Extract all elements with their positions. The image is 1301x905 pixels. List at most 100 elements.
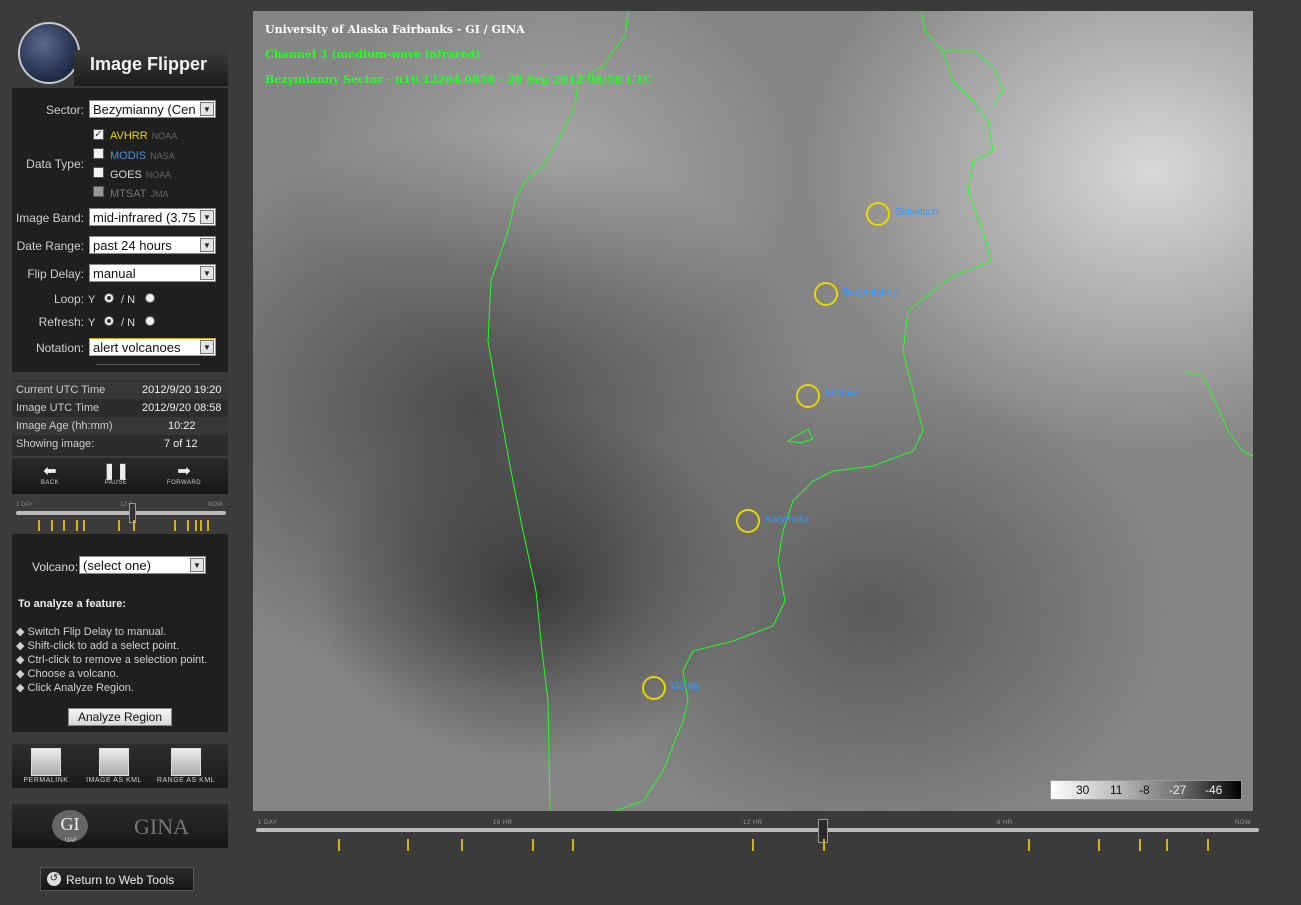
chevron-down-icon: ▼ <box>200 210 214 224</box>
notation-value: alert volcanoes <box>93 340 181 355</box>
pause-button[interactable]: ❚❚ PAUSE <box>86 464 146 492</box>
analyze-step: ◆ Switch Flip Delay to manual. <box>16 626 167 638</box>
forward-label: FORWARD <box>166 480 202 486</box>
date-range-select[interactable]: past 24 hours ▼ <box>89 236 216 254</box>
volcano-select[interactable]: (select one) ▼ <box>79 556 206 574</box>
volcano-label-kizimen[interactable]: Kizimen <box>825 388 861 399</box>
mini-tick <box>195 520 197 531</box>
image-kml-button[interactable]: IMAGE AS KML <box>82 748 146 784</box>
notation-select[interactable]: alert volcanoes ▼ <box>89 338 216 356</box>
modis-checkbox[interactable] <box>93 148 104 159</box>
refresh-no-label: / N <box>121 317 136 329</box>
return-icon: ↺ <box>47 872 61 886</box>
showing-image-label: Showing image: <box>16 438 95 450</box>
mini-timeline[interactable]: 1 DAY 12 H NOW <box>12 500 228 532</box>
chevron-down-icon: ▼ <box>200 102 214 116</box>
volcano-label: Volcano: <box>32 560 79 574</box>
return-button[interactable]: ↺ Return to Web Tools <box>40 867 194 891</box>
colorbar-label: -27 <box>1169 783 1187 797</box>
volcano-marker-bezymianny[interactable] <box>814 282 838 306</box>
data-type-name: MTSAT JMA <box>110 188 169 200</box>
data-type-mtsat[interactable]: MTSAT JMA <box>92 186 222 204</box>
sector-label: Sector: <box>45 103 84 117</box>
current-utc-value: 2012/9/20 19:20 <box>142 384 222 396</box>
range-kml-label: RANGE AS KML <box>156 777 216 784</box>
timeline-tick <box>1098 839 1100 851</box>
avhrr-checkbox[interactable]: ✓ <box>93 129 104 140</box>
mtsat-checkbox[interactable] <box>93 186 104 197</box>
back-button[interactable]: ⬅ BACK <box>20 464 80 492</box>
gi-sub: UAF <box>65 838 77 844</box>
mini-timeline-end: NOW <box>208 502 223 508</box>
back-label: BACK <box>40 480 60 486</box>
refresh-yes-radio[interactable] <box>104 316 114 326</box>
date-range-label: Date Range: <box>16 239 84 253</box>
main-timeline[interactable]: 1 DAY 18 HR 12 HR 6 HR NOW <box>253 815 1259 855</box>
gina-logo[interactable]: GINA <box>134 814 189 840</box>
app-header: Image Flipper <box>12 22 228 88</box>
app-title: Image Flipper <box>90 54 208 74</box>
timeline-tick <box>1207 839 1209 851</box>
pause-icon: ❚❚ <box>102 463 130 480</box>
forward-button[interactable]: ➡ FORWARD <box>154 464 214 492</box>
timeline-label: 18 HR <box>493 820 513 826</box>
timeline-label: NOW <box>1235 820 1252 826</box>
chevron-down-icon: ▼ <box>200 238 214 252</box>
chevron-down-icon: ▼ <box>190 558 204 572</box>
data-type-goes[interactable]: GOES NOAA <box>92 167 222 185</box>
image-band-select[interactable]: mid-infrared (3.75 ▼ <box>89 208 216 226</box>
analyze-step: ◆ Shift-click to add a select point. <box>16 640 180 652</box>
arrow-left-icon: ⬅ <box>43 463 57 480</box>
timeline-label: 1 DAY <box>258 820 278 826</box>
timeline-tick <box>752 839 754 851</box>
image-age-value: 10:22 <box>168 420 196 432</box>
return-label: Return to Web Tools <box>66 873 175 887</box>
loop-yes-radio[interactable] <box>104 293 114 303</box>
range-kml-button[interactable]: RANGE AS KML <box>154 748 218 784</box>
volcano-marker-karymsky[interactable] <box>736 509 760 533</box>
colorbar-label: -46 <box>1205 783 1223 797</box>
data-type-name: MODIS NASA <box>110 150 175 162</box>
loop-no-radio[interactable] <box>145 293 155 303</box>
volcano-label-karymsky[interactable]: Karymsky <box>765 514 809 525</box>
image-sector: Bezymianny Sector - n16.12264.0858 - 20 … <box>265 73 653 86</box>
timeline-tick <box>1028 839 1030 851</box>
mini-tick <box>76 520 78 531</box>
analyze-region-button[interactable]: Analyze Region <box>68 708 172 726</box>
data-type-name: GOES NOAA <box>110 169 172 181</box>
analyze-step: ◆ Click Analyze Region. <box>16 682 134 694</box>
sector-select[interactable]: Bezymianny (Cen ▼ <box>89 100 216 118</box>
volcano-label-bezymianny[interactable]: Bezymianny <box>843 287 897 298</box>
mini-tick <box>51 520 53 531</box>
data-type-avhrr[interactable]: ✓ AVHRR NOAA <box>92 128 222 146</box>
volcano-value: (select one) <box>83 558 151 573</box>
timeline-tick <box>461 839 463 851</box>
flip-delay-select[interactable]: manual ▼ <box>89 264 216 282</box>
timeline-tick <box>407 839 409 851</box>
showing-image-row: Showing image: 7 of 12 <box>12 435 228 453</box>
refresh-no-radio[interactable] <box>145 316 155 326</box>
chevron-down-icon: ▼ <box>200 266 214 280</box>
volcano-marker-gorely[interactable] <box>642 676 666 700</box>
mini-timeline-track[interactable] <box>16 511 226 515</box>
timeline-label: 12 HR <box>743 820 763 826</box>
data-type-modis[interactable]: MODIS NASA <box>92 148 222 166</box>
main-timeline-track[interactable] <box>256 828 1259 832</box>
goes-checkbox[interactable] <box>93 167 104 178</box>
volcano-marker-kizimen[interactable] <box>796 384 820 408</box>
volcano-label-gorely[interactable]: Gorely <box>671 681 700 692</box>
timeline-label: 6 HR <box>997 820 1013 826</box>
mini-tick <box>133 520 135 531</box>
volcano-marker-shiveluch[interactable] <box>866 202 890 226</box>
playback-bar: ⬅ BACK ❚❚ PAUSE ➡ FORWARD <box>12 458 228 494</box>
permalink-label: PERMALINK <box>23 777 69 784</box>
colorbar-label: 11 <box>1110 783 1123 797</box>
image-age-row: Image Age (hh:mm) 10:22 <box>12 417 228 435</box>
volcano-label-shiveluch[interactable]: Shiveluch <box>895 207 938 218</box>
permalink-button[interactable]: PERMALINK <box>14 748 78 784</box>
image-age-label: Image Age (hh:mm) <box>16 420 113 432</box>
satellite-image[interactable]: University of Alaska Fairbanks - GI / GI… <box>253 11 1253 811</box>
image-channel: Channel 3 (medium-wave infrared) <box>265 48 481 61</box>
image-kml-label: IMAGE AS KML <box>86 777 142 784</box>
info-panel: Current UTC Time 2012/9/20 19:20 Image U… <box>12 380 228 456</box>
